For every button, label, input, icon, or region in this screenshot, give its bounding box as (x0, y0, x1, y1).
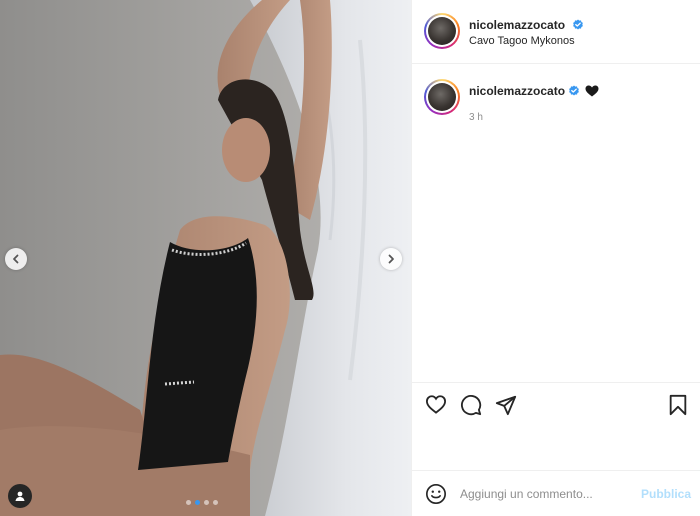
author-avatar[interactable] (424, 13, 460, 49)
black-heart-emoji (585, 85, 599, 97)
post-timestamp[interactable]: 3 h (469, 112, 483, 123)
previous-photo-button[interactable] (5, 248, 27, 270)
add-comment-bar: Pubblica (412, 470, 700, 516)
verified-badge-icon (569, 85, 579, 96)
chevron-right-icon (388, 254, 394, 264)
user-tag-icon (15, 491, 25, 501)
author-username[interactable]: nicolemazzocato (469, 18, 565, 32)
tagged-users-button[interactable] (8, 484, 32, 508)
speech-bubble-icon (460, 394, 482, 416)
save-button[interactable] (668, 394, 688, 421)
next-photo-button[interactable] (380, 248, 402, 270)
smiley-icon (426, 484, 446, 504)
publish-comment-button[interactable]: Pubblica (641, 487, 691, 501)
bookmark-icon (669, 394, 687, 416)
share-button[interactable] (495, 394, 517, 421)
paper-plane-icon (495, 395, 517, 416)
carousel-dot-active (195, 500, 200, 505)
comment-button[interactable] (460, 394, 482, 421)
carousel-dot (186, 500, 191, 505)
post-actions (412, 382, 700, 472)
caption-author-avatar[interactable] (424, 79, 460, 115)
post-header: nicolemazzocato Cavo Tagoo Mykonos (412, 0, 700, 64)
emoji-picker-button[interactable] (425, 483, 447, 510)
carousel-indicator (186, 500, 218, 505)
heart-outline-icon (425, 395, 447, 414)
like-button[interactable] (425, 394, 447, 419)
verified-badge-icon (573, 19, 584, 30)
chevron-left-icon (13, 254, 19, 264)
photo-scene (0, 0, 411, 516)
carousel-dot (213, 500, 218, 505)
comment-input[interactable] (460, 484, 630, 504)
post-location[interactable]: Cavo Tagoo Mykonos (469, 35, 575, 47)
post-photo[interactable] (0, 0, 411, 516)
avatar-image (428, 17, 456, 45)
post-side-panel: nicolemazzocato Cavo Tagoo Mykonos nicol… (411, 0, 700, 516)
carousel-dot (204, 500, 209, 505)
avatar-image (428, 83, 456, 111)
post-caption: nicolemazzocato (469, 84, 599, 98)
caption-username[interactable]: nicolemazzocato (469, 84, 565, 98)
